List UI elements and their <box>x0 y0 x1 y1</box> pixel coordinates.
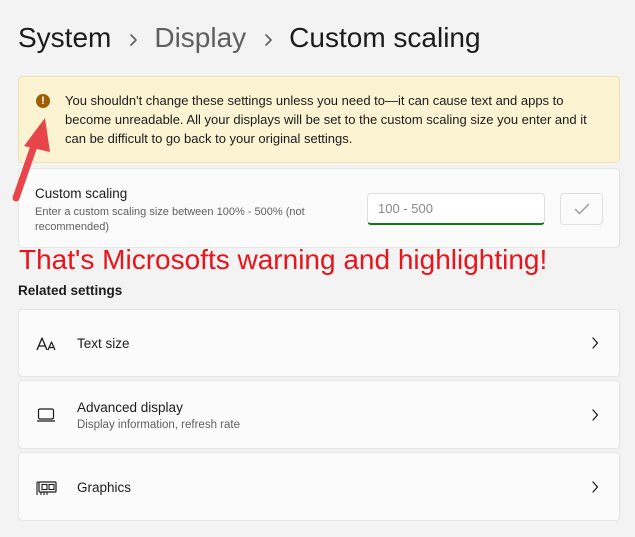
text-size-icon <box>36 337 56 351</box>
warning-text: You shouldn't change these settings unle… <box>65 93 587 146</box>
related-item-graphics[interactable]: Graphics <box>18 452 620 521</box>
custom-scaling-description: Enter a custom scaling size between 100%… <box>35 206 305 233</box>
breadcrumb-separator-icon <box>246 20 289 56</box>
apply-scaling-button[interactable] <box>560 193 603 225</box>
related-item-advanced-display[interactable]: Advanced display Display information, re… <box>18 380 620 449</box>
chevron-right-icon <box>592 409 599 421</box>
monitor-icon <box>37 408 55 422</box>
breadcrumb: System Display Custom scaling <box>18 20 481 56</box>
warning-icon: ! <box>36 94 50 108</box>
checkmark-icon <box>574 203 589 215</box>
related-item-subtitle: Display information, refresh rate <box>77 419 240 431</box>
warning-infobar: ! You shouldn't change these settings un… <box>18 76 620 163</box>
breadcrumb-display[interactable]: Display <box>154 20 246 56</box>
custom-scaling-input[interactable] <box>367 193 545 225</box>
chevron-right-icon <box>592 337 599 349</box>
related-item-text-size[interactable]: Text size <box>18 309 620 377</box>
related-item-label: Graphics <box>77 480 132 495</box>
annotation-text: That's Microsofts warning and highlighti… <box>19 244 548 275</box>
related-settings-heading: Related settings <box>18 283 123 298</box>
custom-scaling-card: Custom scaling Enter a custom scaling si… <box>18 168 620 248</box>
breadcrumb-separator-icon <box>111 20 154 56</box>
related-item-label: Advanced display <box>77 400 183 415</box>
related-item-label: Text size <box>77 336 130 351</box>
custom-scaling-title: Custom scaling <box>35 186 128 201</box>
breadcrumb-system[interactable]: System <box>18 20 111 56</box>
graphics-card-icon <box>36 481 57 495</box>
page-title: Custom scaling <box>289 22 481 53</box>
chevron-right-icon <box>592 481 599 493</box>
